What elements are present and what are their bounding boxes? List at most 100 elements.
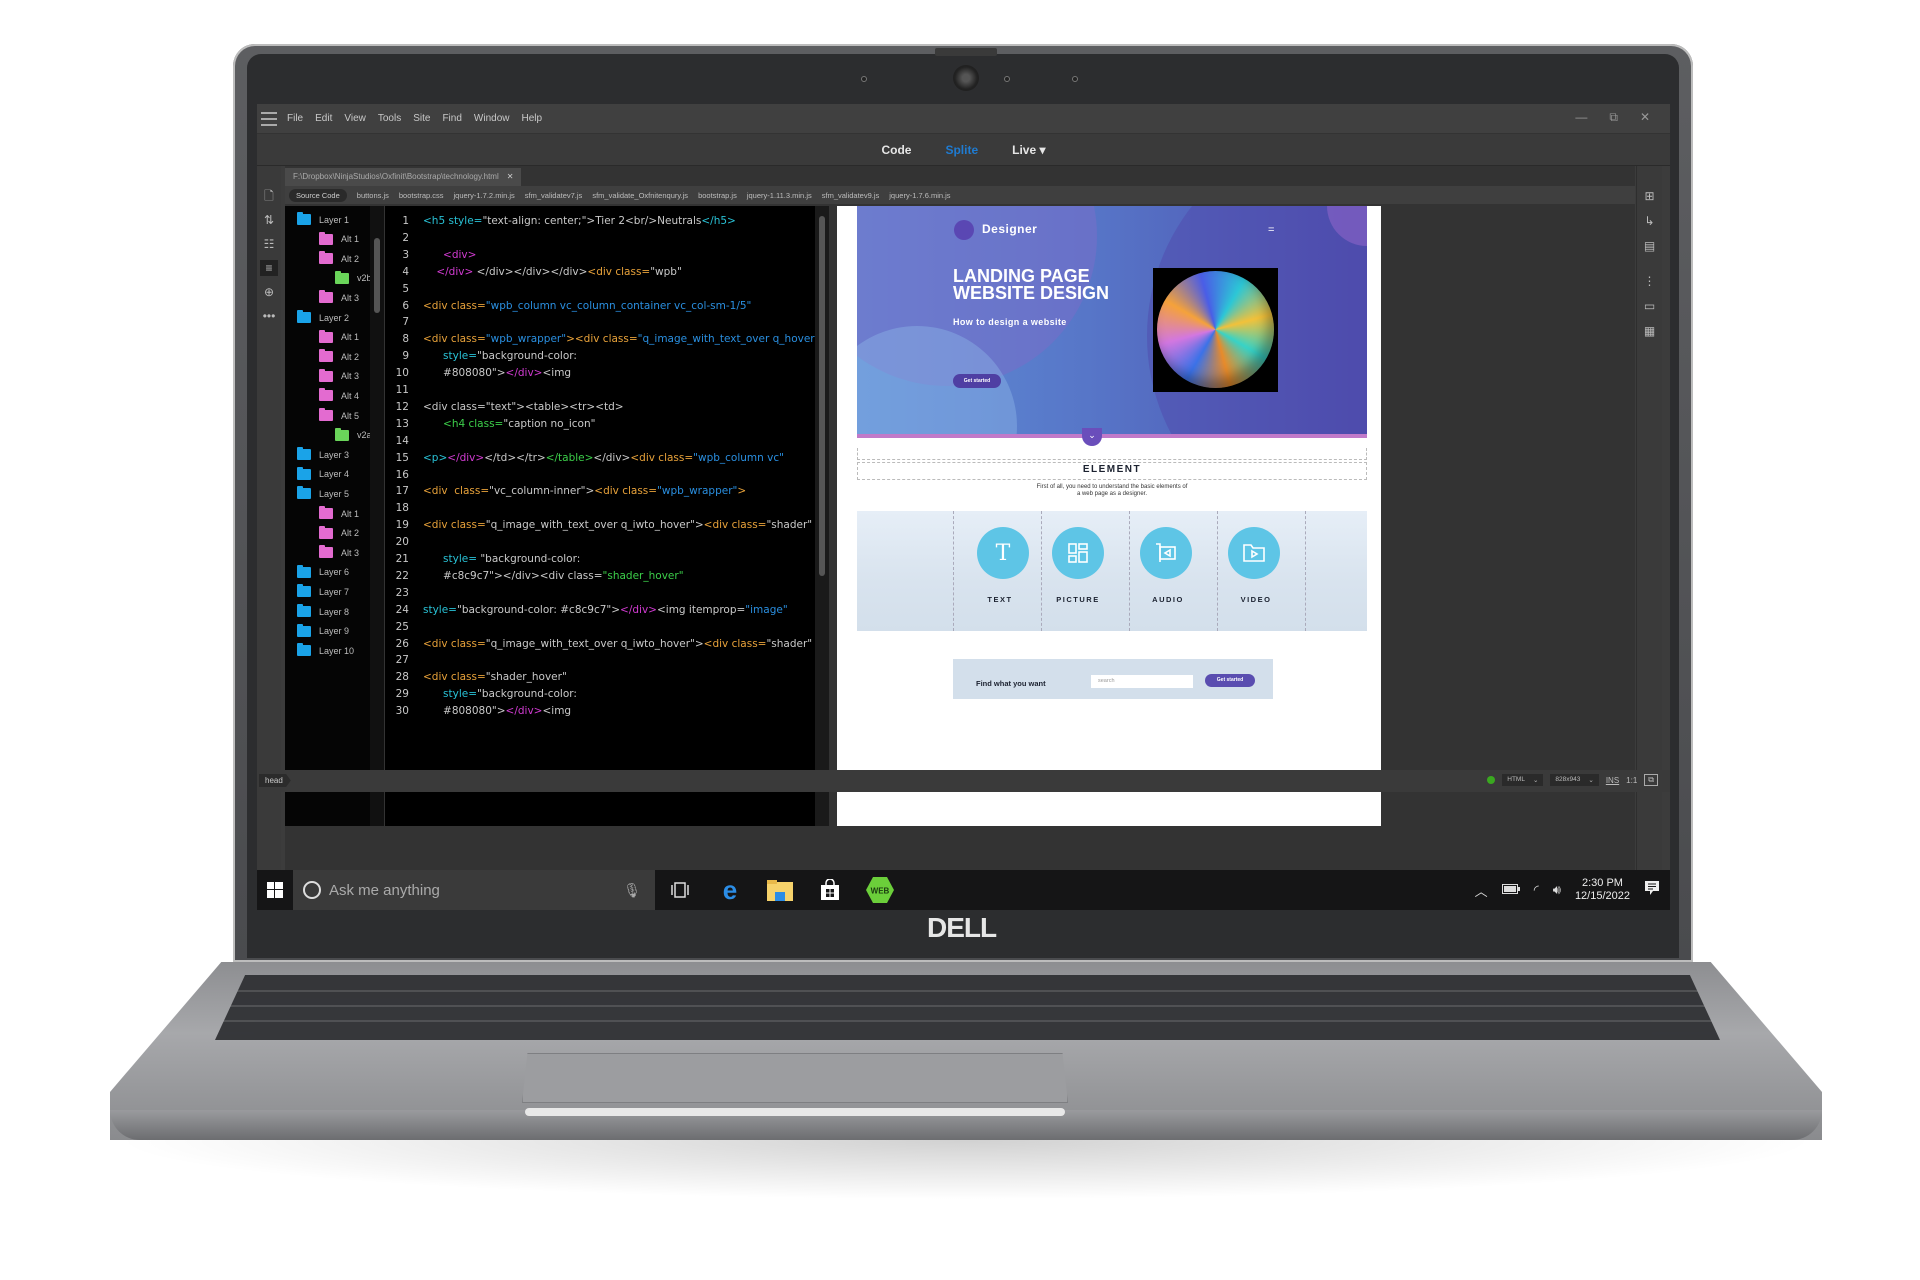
tree-item[interactable]: Layer 9 <box>297 623 349 637</box>
more-icon[interactable]: ••• <box>260 308 278 324</box>
insert-mode[interactable]: INS <box>1606 776 1619 785</box>
store-icon[interactable] <box>805 870 855 910</box>
menu-find[interactable]: Find <box>442 113 461 124</box>
code-line[interactable]: 25 <box>385 619 423 636</box>
code-line[interactable]: 30 #808080"> </div> <img <box>385 703 571 720</box>
related-file-tab[interactable]: bootstrap.js <box>698 191 737 200</box>
taskbar-search-input[interactable]: Ask me anything <box>329 882 615 899</box>
tree-item[interactable]: Layer 10 <box>297 643 354 657</box>
code-line[interactable]: 26 <div class= "q_image_with_text_over q_i… <box>385 636 813 653</box>
code-line[interactable]: 15 <p> </div> </td></tr> </table> </div> <div … <box>385 450 784 467</box>
related-file-tab[interactable]: jquery-1.7.6.min.js <box>889 191 950 200</box>
doc-type-select[interactable]: HTML ⌄ <box>1502 774 1544 786</box>
close-icon[interactable]: ✕ <box>1640 110 1650 125</box>
device-preview-icon[interactable]: ⧉ <box>1644 774 1658 786</box>
preview-search-input[interactable]: search <box>1091 675 1193 688</box>
taskbar-search[interactable]: Ask me anything 🎙 <box>293 870 655 910</box>
import-icon[interactable]: ↳ <box>1641 213 1659 229</box>
code-line[interactable]: 16 <box>385 467 423 484</box>
related-file-tab[interactable]: buttons.js <box>357 191 389 200</box>
task-view-icon[interactable] <box>655 870 705 910</box>
related-file-tab[interactable]: sfm_validatev9.js <box>822 191 880 200</box>
tree-item[interactable]: Layer 5 <box>297 486 349 500</box>
tree-scrollbar[interactable] <box>370 206 384 826</box>
tree-icon[interactable]: ⋮ <box>1641 273 1659 289</box>
volume-icon[interactable]: 🔊︎ <box>1553 882 1561 898</box>
tree-item[interactable]: Alt 1 <box>319 329 359 343</box>
tree-item[interactable]: Layer 4 <box>297 466 349 480</box>
battery-icon[interactable] <box>1501 881 1520 899</box>
preview-icon[interactable]: ☷ <box>260 236 278 252</box>
code-line[interactable]: 3 <div> <box>385 247 476 264</box>
code-line[interactable]: 5 <box>385 281 423 298</box>
code-line[interactable]: 2 <box>385 230 423 247</box>
tree-item[interactable]: Alt 4 <box>319 388 359 402</box>
feature-video[interactable]: VIDEO <box>1217 511 1305 631</box>
menu-site[interactable]: Site <box>413 113 430 124</box>
code-line[interactable]: 19 <div class= "q_image_with_text_over q_i… <box>385 517 813 534</box>
code-line[interactable]: 9 style= "background-color: <box>385 348 577 365</box>
code-line[interactable]: 17 <div class= "vc_column-inner"> <div clas… <box>385 483 747 500</box>
code-line[interactable]: 27 <box>385 652 423 669</box>
code-line[interactable]: 7 <box>385 314 423 331</box>
code-line[interactable]: 13 <h4 class= "caption no_icon" <box>385 416 596 433</box>
minimize-icon[interactable]: — <box>1575 110 1587 125</box>
tree-item[interactable]: Alt 1 <box>319 506 359 519</box>
tree-item[interactable]: v2a <box>335 427 372 441</box>
find-get-started-button[interactable]: Get started <box>1205 674 1255 687</box>
tree-item[interactable]: Layer 1 <box>297 212 349 225</box>
code-line[interactable]: 8 <div class= "wpb_wrapper" ><div class= "q_… <box>385 331 819 348</box>
code-line[interactable]: 21 style= "background-color: <box>385 551 581 568</box>
code-line[interactable]: 22 #c8c9c7"></div><div class= "shader_hov… <box>385 568 684 585</box>
related-file-tab[interactable]: sfm_validate_Oxfnitenqury.js <box>592 191 688 200</box>
tree-item[interactable]: Layer 3 <box>297 447 349 461</box>
code-line[interactable]: 14 <box>385 433 423 450</box>
related-file-tab[interactable]: jquery-1.11.3.min.js <box>747 191 812 200</box>
view-live-button[interactable]: Live ▾ <box>1012 143 1045 157</box>
code-editor[interactable]: 1 <h5 style= "text-align: center;">Tier 2<… <box>385 206 819 826</box>
file-tab[interactable]: F:\Dropbox\NinjaStudios\Oxfinit\Bootstra… <box>285 168 522 186</box>
code-line[interactable]: 12 <div class="text"><table><tr><td> <box>385 399 624 416</box>
tree-item[interactable]: Alt 1 <box>319 231 359 245</box>
code-line[interactable]: 28 <div class= "shader_hover" <box>385 669 567 686</box>
hero-menu-icon[interactable]: = <box>1268 224 1274 236</box>
menu-help[interactable]: Help <box>521 113 542 124</box>
code-line[interactable]: 29 style= "background-color: <box>385 686 577 703</box>
close-tab-icon[interactable]: ✕ <box>507 172 514 181</box>
tree-item[interactable]: Alt 2 <box>319 525 359 539</box>
code-line[interactable]: 18 <box>385 500 423 517</box>
feature-picture[interactable]: PICTURE <box>1041 511 1129 631</box>
menu-view[interactable]: View <box>344 113 366 124</box>
tree-item[interactable]: Alt 3 <box>319 368 359 382</box>
outline-icon[interactable]: ≡ <box>260 260 278 276</box>
tag-selector[interactable]: head <box>259 774 291 787</box>
chart-icon[interactable]: ▤ <box>1641 238 1659 254</box>
web-app-icon[interactable]: WEB <box>855 870 905 910</box>
zoom-level[interactable]: 1:1 <box>1626 776 1637 785</box>
code-review-icon[interactable]: ▦ <box>1641 323 1659 339</box>
get-started-button[interactable]: Get started <box>953 374 1001 388</box>
code-line[interactable]: 11 <box>385 382 423 399</box>
feature-audio[interactable]: AUDIO <box>1129 511 1217 631</box>
source-code-tab[interactable]: Source Code <box>289 188 347 202</box>
sort-icon[interactable]: ⇅ <box>260 212 278 228</box>
menu-window[interactable]: Window <box>474 113 510 124</box>
related-file-tab[interactable]: jquery-1.7.2.min.js <box>454 191 515 200</box>
view-code-button[interactable]: Code <box>881 143 911 157</box>
feature-text[interactable]: T TEXT <box>953 511 1041 631</box>
tree-item[interactable]: Layer 7 <box>297 584 349 598</box>
toolbox-icon[interactable]: ▭ <box>1641 298 1659 314</box>
window-size-select[interactable]: 828x943 ⌄ <box>1550 774 1599 786</box>
sitemap-icon[interactable]: ⊞ <box>1641 188 1659 204</box>
view-split-button[interactable]: Splite <box>945 143 978 157</box>
tree-item[interactable]: Layer 2 <box>297 310 349 323</box>
code-line[interactable]: 20 <box>385 534 423 551</box>
edge-icon[interactable]: e <box>705 870 755 910</box>
code-line[interactable]: 6 <div class= "wpb_column vc_column_contai… <box>385 298 751 315</box>
related-file-tab[interactable]: bootstrap.css <box>399 191 444 200</box>
tree-item[interactable]: Alt 2 <box>319 251 359 265</box>
tree-item[interactable]: Alt 2 <box>319 349 359 363</box>
tree-item[interactable]: v2b <box>335 270 372 284</box>
action-center-icon[interactable] <box>1644 880 1660 901</box>
code-line[interactable]: 1 <h5 style= "text-align: center;">Tier 2<… <box>385 213 736 230</box>
